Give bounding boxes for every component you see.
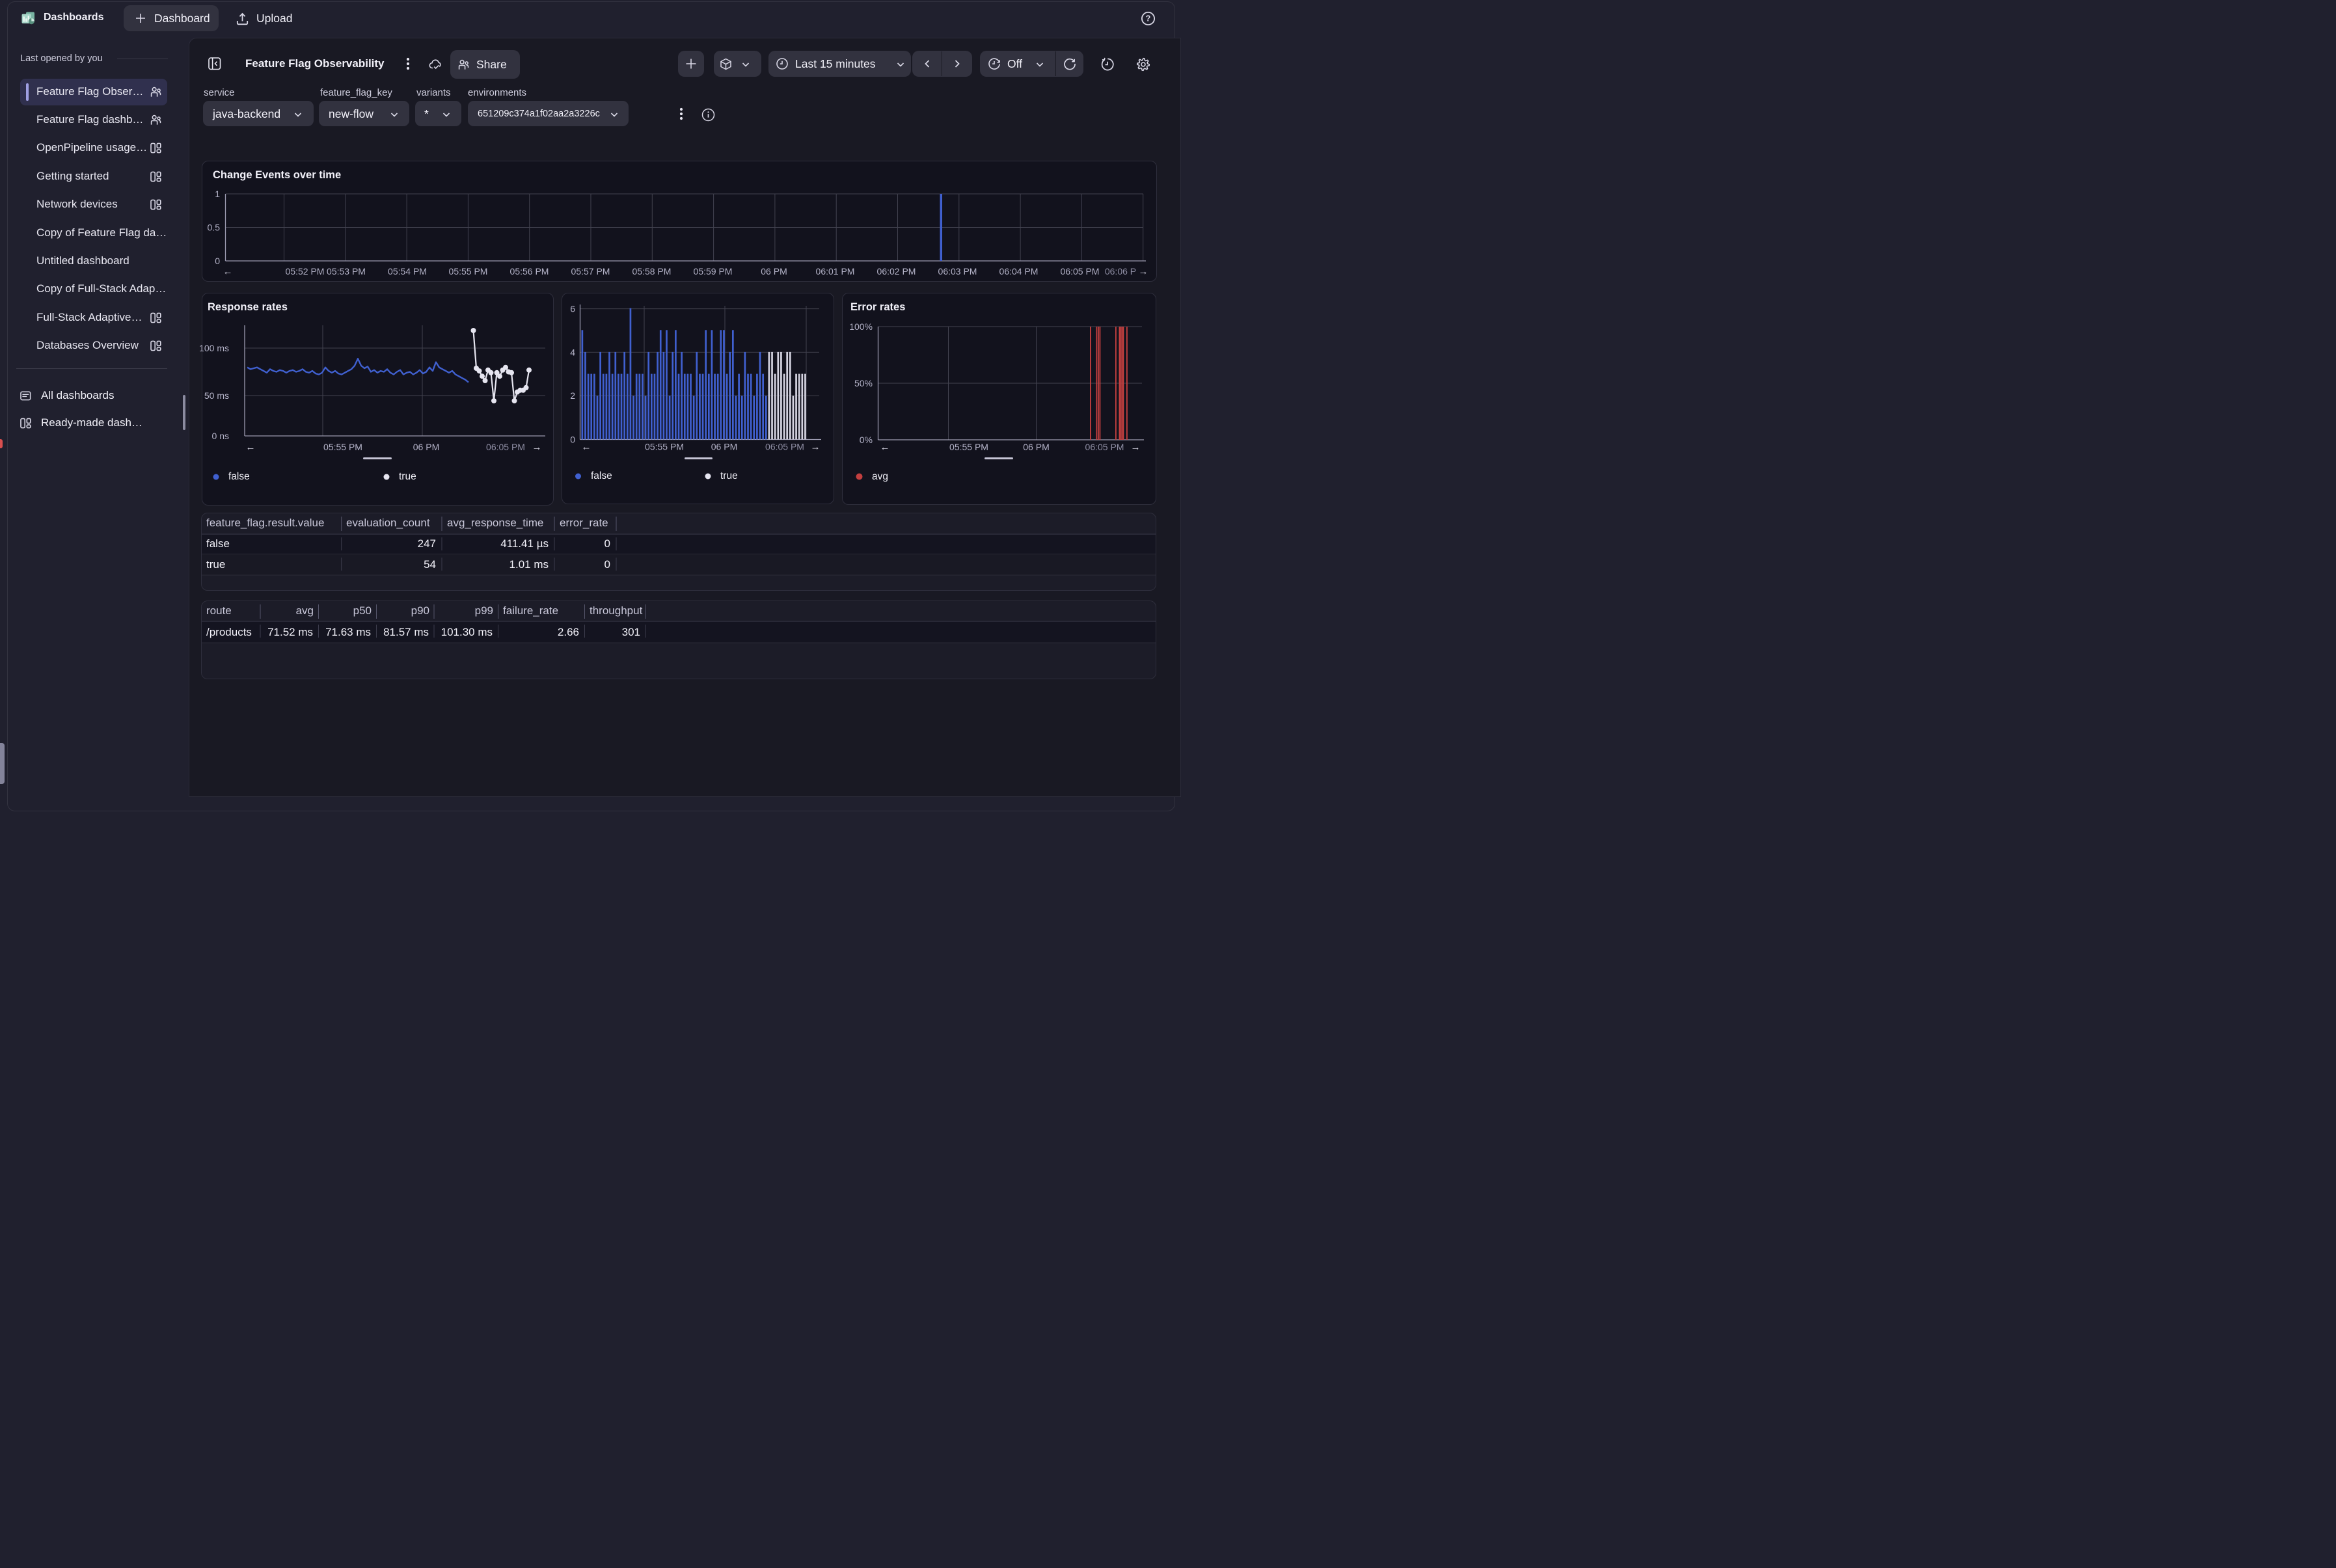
- svg-text:1: 1: [215, 189, 220, 199]
- svg-text:←: ←: [582, 442, 591, 453]
- svg-text:06 PM: 06 PM: [1023, 442, 1049, 452]
- svg-text:06:05 PM: 06:05 PM: [1085, 442, 1124, 452]
- svg-text:100%: 100%: [849, 321, 873, 332]
- svg-text:06 PM: 06 PM: [711, 442, 737, 452]
- svg-text:06:01 PM: 06:01 PM: [816, 266, 855, 277]
- svg-text:05:55 PM: 05:55 PM: [645, 442, 684, 452]
- svg-text:←: ←: [880, 442, 890, 453]
- svg-text:50 ms: 50 ms: [204, 390, 229, 401]
- svg-text:05:55 PM: 05:55 PM: [323, 442, 362, 452]
- svg-text:6: 6: [570, 304, 575, 314]
- svg-text:0: 0: [215, 256, 220, 266]
- svg-text:06:05 PM: 06:05 PM: [486, 442, 525, 452]
- svg-text:05:54 PM: 05:54 PM: [388, 266, 427, 277]
- svg-text:→: →: [1131, 442, 1141, 453]
- svg-text:05:58 PM: 05:58 PM: [632, 266, 672, 277]
- svg-text:05:55 PM: 05:55 PM: [949, 442, 988, 452]
- svg-text:4: 4: [570, 347, 575, 357]
- svg-text:0 ns: 0 ns: [212, 431, 229, 441]
- svg-text:05:53 PM: 05:53 PM: [327, 266, 366, 277]
- svg-text:0: 0: [570, 435, 575, 445]
- svg-text:06:02 PM: 06:02 PM: [877, 266, 916, 277]
- svg-text:05:52 PM: 05:52 PM: [286, 266, 325, 277]
- svg-text:→: →: [1139, 266, 1148, 277]
- svg-text:06 PM: 06 PM: [413, 442, 439, 452]
- svg-text:0%: 0%: [860, 435, 873, 445]
- svg-text:06:04 PM: 06:04 PM: [999, 266, 1039, 277]
- svg-text:06:03 PM: 06:03 PM: [938, 266, 977, 277]
- svg-text:05:59 PM: 05:59 PM: [694, 266, 733, 277]
- svg-text:←: ←: [223, 266, 233, 277]
- svg-text:05:55 PM: 05:55 PM: [449, 266, 488, 277]
- svg-text:2: 2: [570, 390, 575, 401]
- svg-text:100 ms: 100 ms: [199, 343, 229, 353]
- svg-text:50%: 50%: [854, 378, 873, 388]
- svg-text:06:05 PM: 06:05 PM: [765, 442, 804, 452]
- svg-text:06:05 PM: 06:05 PM: [1061, 266, 1100, 277]
- svg-text:05:57 PM: 05:57 PM: [571, 266, 610, 277]
- svg-text:→: →: [811, 442, 821, 453]
- svg-text:→: →: [532, 442, 542, 453]
- svg-text:05:56 PM: 05:56 PM: [510, 266, 549, 277]
- svg-text:06 PM: 06 PM: [761, 266, 787, 277]
- svg-text:←: ←: [246, 442, 256, 453]
- svg-text:06:06 P: 06:06 P: [1105, 266, 1136, 277]
- svg-text:0.5: 0.5: [208, 223, 221, 233]
